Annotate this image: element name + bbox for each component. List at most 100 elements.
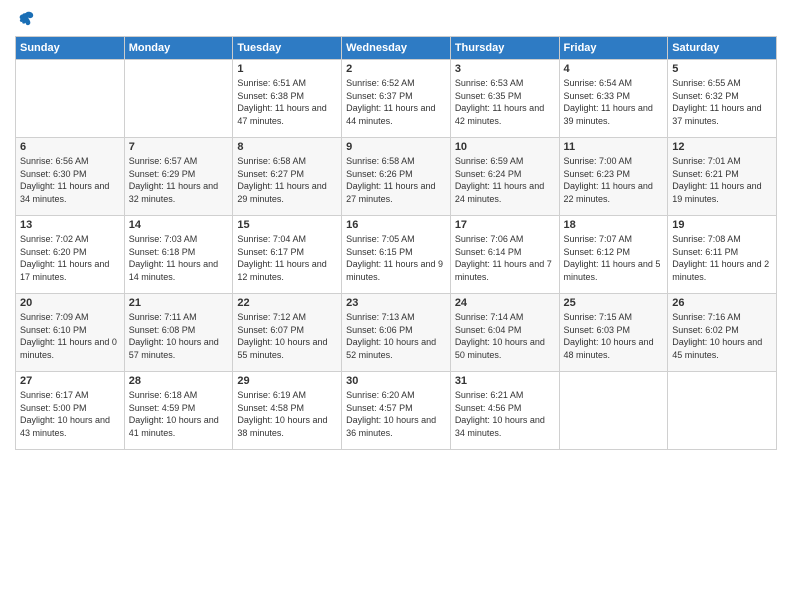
calendar-cell: 6 Sunrise: 6:56 AM Sunset: 6:30 PM Daylig… bbox=[16, 138, 125, 216]
calendar-week-row: 20Sunrise: 7:09 AM Sunset: 6:10 PM Dayli… bbox=[16, 294, 777, 372]
weekday-header-tuesday: Tuesday bbox=[233, 37, 342, 60]
day-info: Sunrise: 7:12 AM Sunset: 6:07 PM Dayligh… bbox=[237, 311, 337, 361]
calendar-cell: 15Sunrise: 7:04 AM Sunset: 6:17 PM Dayli… bbox=[233, 216, 342, 294]
day-number: 6 bbox=[20, 141, 120, 153]
calendar-cell: 5Sunrise: 6:55 AM Sunset: 6:32 PM Daylig… bbox=[668, 60, 777, 138]
calendar-cell: 30 Sunrise: 6:20 AM Sunset: 4:57 PM Dayli… bbox=[342, 372, 451, 450]
weekday-header-thursday: Thursday bbox=[450, 37, 559, 60]
day-number: 17 bbox=[455, 219, 555, 231]
calendar-cell: 3 Sunrise: 6:53 AM Sunset: 6:35 PM Daylig… bbox=[450, 60, 559, 138]
calendar-week-row: 13 Sunrise: 7:02 AM Sunset: 6:20 PM Dayli… bbox=[16, 216, 777, 294]
calendar-cell: 10 Sunrise: 6:59 AM Sunset: 6:24 PM Dayli… bbox=[450, 138, 559, 216]
day-number: 3 bbox=[455, 63, 555, 75]
header bbox=[15, 10, 777, 28]
weekday-header-row: SundayMondayTuesdayWednesdayThursdayFrid… bbox=[16, 37, 777, 60]
day-number: 14 bbox=[129, 219, 229, 231]
day-number: 13 bbox=[20, 219, 120, 231]
calendar-cell bbox=[16, 60, 125, 138]
day-number: 30 bbox=[346, 375, 446, 387]
weekday-header-saturday: Saturday bbox=[668, 37, 777, 60]
day-number: 27 bbox=[20, 375, 120, 387]
day-info: Sunrise: 7:06 AM Sunset: 6:14 PM Dayligh… bbox=[455, 233, 555, 283]
day-number: 11 bbox=[564, 141, 664, 153]
day-number: 31 bbox=[455, 375, 555, 387]
day-info: Sunrise: 7:05 AM Sunset: 6:15 PM Dayligh… bbox=[346, 233, 446, 283]
day-number: 12 bbox=[672, 141, 772, 153]
calendar-cell bbox=[124, 60, 233, 138]
day-number: 4 bbox=[564, 63, 664, 75]
calendar-cell: 9 Sunrise: 6:58 AM Sunset: 6:26 PM Daylig… bbox=[342, 138, 451, 216]
day-number: 22 bbox=[237, 297, 337, 309]
weekday-header-wednesday: Wednesday bbox=[342, 37, 451, 60]
calendar-cell: 24Sunrise: 7:14 AM Sunset: 6:04 PM Dayli… bbox=[450, 294, 559, 372]
day-info: Sunrise: 7:08 AM Sunset: 6:11 PM Dayligh… bbox=[672, 233, 772, 283]
day-number: 18 bbox=[564, 219, 664, 231]
day-info: Sunrise: 7:13 AM Sunset: 6:06 PM Dayligh… bbox=[346, 311, 446, 361]
calendar-table: SundayMondayTuesdayWednesdayThursdayFrid… bbox=[15, 36, 777, 450]
day-info: Sunrise: 6:17 AM Sunset: 5:00 PM Dayligh… bbox=[20, 389, 120, 439]
calendar-cell: 13 Sunrise: 7:02 AM Sunset: 6:20 PM Dayli… bbox=[16, 216, 125, 294]
day-info: Sunrise: 7:00 AM Sunset: 6:23 PM Dayligh… bbox=[564, 155, 664, 205]
day-info: Sunrise: 7:16 AM Sunset: 6:02 PM Dayligh… bbox=[672, 311, 772, 361]
calendar-cell: 29Sunrise: 6:19 AM Sunset: 4:58 PM Dayli… bbox=[233, 372, 342, 450]
day-info: Sunrise: 6:53 AM Sunset: 6:35 PM Dayligh… bbox=[455, 77, 555, 127]
calendar-cell: 20Sunrise: 7:09 AM Sunset: 6:10 PM Dayli… bbox=[16, 294, 125, 372]
day-info: Sunrise: 7:15 AM Sunset: 6:03 PM Dayligh… bbox=[564, 311, 664, 361]
day-info: Sunrise: 6:58 AM Sunset: 6:27 PM Dayligh… bbox=[237, 155, 337, 205]
logo bbox=[15, 10, 35, 28]
calendar-cell: 22 Sunrise: 7:12 AM Sunset: 6:07 PM Dayli… bbox=[233, 294, 342, 372]
day-number: 1 bbox=[237, 63, 337, 75]
day-info: Sunrise: 7:04 AM Sunset: 6:17 PM Dayligh… bbox=[237, 233, 337, 283]
day-info: Sunrise: 6:21 AM Sunset: 4:56 PM Dayligh… bbox=[455, 389, 555, 439]
logo-text bbox=[15, 10, 35, 28]
calendar-cell: 4 Sunrise: 6:54 AM Sunset: 6:33 PM Daylig… bbox=[559, 60, 668, 138]
calendar-cell: 19Sunrise: 7:08 AM Sunset: 6:11 PM Dayli… bbox=[668, 216, 777, 294]
day-number: 9 bbox=[346, 141, 446, 153]
calendar-week-row: 6 Sunrise: 6:56 AM Sunset: 6:30 PM Daylig… bbox=[16, 138, 777, 216]
calendar-cell: 27 Sunrise: 6:17 AM Sunset: 5:00 PM Dayli… bbox=[16, 372, 125, 450]
page-container: SundayMondayTuesdayWednesdayThursdayFrid… bbox=[0, 0, 792, 455]
calendar-cell: 18 Sunrise: 7:07 AM Sunset: 6:12 PM Dayli… bbox=[559, 216, 668, 294]
calendar-cell: 26 Sunrise: 7:16 AM Sunset: 6:02 PM Dayli… bbox=[668, 294, 777, 372]
day-number: 10 bbox=[455, 141, 555, 153]
day-info: Sunrise: 6:54 AM Sunset: 6:33 PM Dayligh… bbox=[564, 77, 664, 127]
day-number: 21 bbox=[129, 297, 229, 309]
logo-bird-icon bbox=[17, 10, 35, 28]
day-number: 23 bbox=[346, 297, 446, 309]
weekday-header-monday: Monday bbox=[124, 37, 233, 60]
day-info: Sunrise: 7:03 AM Sunset: 6:18 PM Dayligh… bbox=[129, 233, 229, 283]
calendar-cell: 7Sunrise: 6:57 AM Sunset: 6:29 PM Daylig… bbox=[124, 138, 233, 216]
calendar-cell: 8Sunrise: 6:58 AM Sunset: 6:27 PM Daylig… bbox=[233, 138, 342, 216]
calendar-cell: 1 Sunrise: 6:51 AM Sunset: 6:38 PM Daylig… bbox=[233, 60, 342, 138]
day-info: Sunrise: 6:56 AM Sunset: 6:30 PM Dayligh… bbox=[20, 155, 120, 205]
calendar-cell: 31 Sunrise: 6:21 AM Sunset: 4:56 PM Dayli… bbox=[450, 372, 559, 450]
calendar-cell: 25 Sunrise: 7:15 AM Sunset: 6:03 PM Dayli… bbox=[559, 294, 668, 372]
day-number: 25 bbox=[564, 297, 664, 309]
day-number: 28 bbox=[129, 375, 229, 387]
day-number: 26 bbox=[672, 297, 772, 309]
day-number: 2 bbox=[346, 63, 446, 75]
calendar-cell: 17 Sunrise: 7:06 AM Sunset: 6:14 PM Dayli… bbox=[450, 216, 559, 294]
calendar-cell bbox=[559, 372, 668, 450]
calendar-cell: 23 Sunrise: 7:13 AM Sunset: 6:06 PM Dayli… bbox=[342, 294, 451, 372]
day-info: Sunrise: 6:19 AM Sunset: 4:58 PM Dayligh… bbox=[237, 389, 337, 439]
day-info: Sunrise: 7:02 AM Sunset: 6:20 PM Dayligh… bbox=[20, 233, 120, 283]
day-info: Sunrise: 6:51 AM Sunset: 6:38 PM Dayligh… bbox=[237, 77, 337, 127]
calendar-cell: 2 Sunrise: 6:52 AM Sunset: 6:37 PM Daylig… bbox=[342, 60, 451, 138]
day-number: 5 bbox=[672, 63, 772, 75]
day-number: 16 bbox=[346, 219, 446, 231]
calendar-cell: 11 Sunrise: 7:00 AM Sunset: 6:23 PM Dayli… bbox=[559, 138, 668, 216]
weekday-header-sunday: Sunday bbox=[16, 37, 125, 60]
day-info: Sunrise: 7:07 AM Sunset: 6:12 PM Dayligh… bbox=[564, 233, 664, 283]
day-info: Sunrise: 6:20 AM Sunset: 4:57 PM Dayligh… bbox=[346, 389, 446, 439]
calendar-cell: 14 Sunrise: 7:03 AM Sunset: 6:18 PM Dayli… bbox=[124, 216, 233, 294]
day-info: Sunrise: 6:59 AM Sunset: 6:24 PM Dayligh… bbox=[455, 155, 555, 205]
day-number: 7 bbox=[129, 141, 229, 153]
calendar-cell: 28Sunrise: 6:18 AM Sunset: 4:59 PM Dayli… bbox=[124, 372, 233, 450]
calendar-cell: 12 Sunrise: 7:01 AM Sunset: 6:21 PM Dayli… bbox=[668, 138, 777, 216]
day-info: Sunrise: 7:01 AM Sunset: 6:21 PM Dayligh… bbox=[672, 155, 772, 205]
day-info: Sunrise: 7:11 AM Sunset: 6:08 PM Dayligh… bbox=[129, 311, 229, 361]
calendar-week-row: 27 Sunrise: 6:17 AM Sunset: 5:00 PM Dayli… bbox=[16, 372, 777, 450]
day-info: Sunrise: 6:58 AM Sunset: 6:26 PM Dayligh… bbox=[346, 155, 446, 205]
day-info: Sunrise: 6:52 AM Sunset: 6:37 PM Dayligh… bbox=[346, 77, 446, 127]
